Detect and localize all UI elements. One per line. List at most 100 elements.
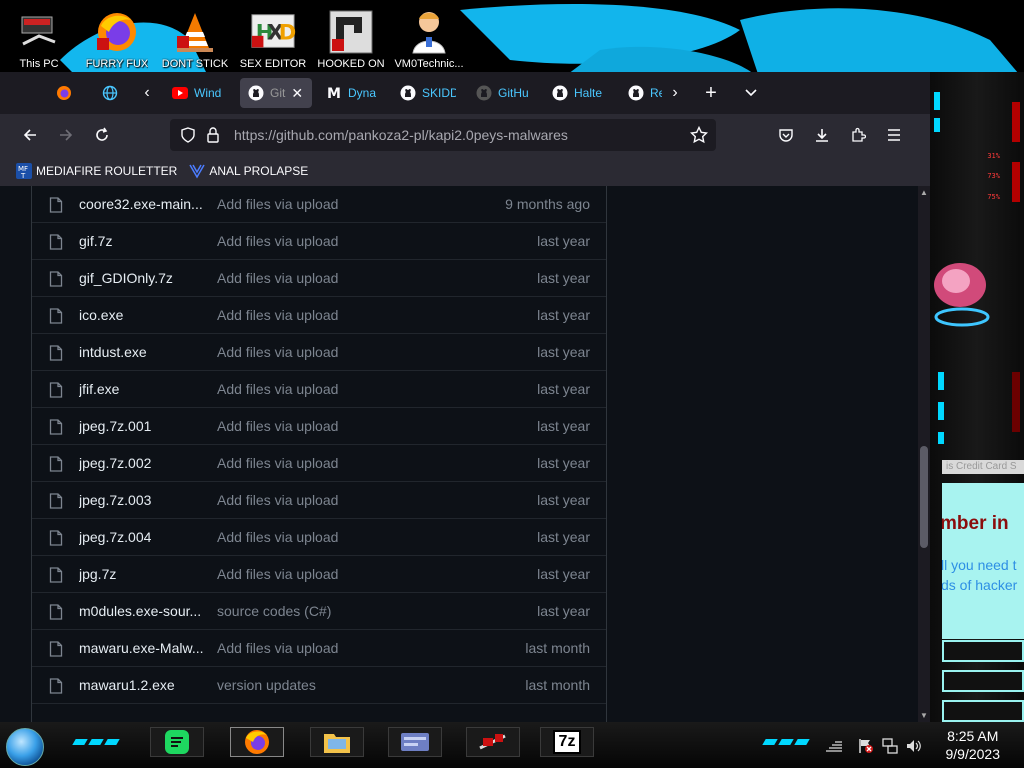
desktop-icon-vm0technic[interactable]: VM0Technic... [390,0,468,72]
file-row[interactable]: jpeg.7z.002 Add files via upload last year [32,445,606,482]
commit-message-link[interactable]: Add files via upload [217,418,338,434]
taskbar-app-firefox[interactable] [230,727,284,757]
scrollbar-thumb[interactable] [920,446,928,548]
commit-message-link[interactable]: source codes (C#) [217,603,331,619]
file-row[interactable]: jpeg.7z.003 Add files via upload last year [32,482,606,519]
file-row[interactable]: jfif.exe Add files via upload last year [32,371,606,408]
show-hidden-icons-button[interactable] [826,738,842,754]
tab-scroll-right-button[interactable]: › [662,80,688,106]
bookmark-mediafire[interactable]: MF T MEDIAFIRE ROULETTER [16,163,177,179]
list-all-tabs-button[interactable] [738,80,764,106]
bookmark-second[interactable]: ANAL PROLAPSE [189,163,308,179]
tray-flag-icon[interactable] [858,738,874,754]
file-name-link[interactable]: mawaru1.2.exe [79,677,205,693]
file-row[interactable]: mawaru1.2.exe version updates last month [32,667,606,704]
back-button[interactable] [16,121,44,149]
file-row[interactable]: gif_GDIOnly.7z Add files via upload last y… [32,260,606,297]
commit-message-link[interactable]: Add files via upload [217,196,338,212]
reload-button[interactable] [88,121,116,149]
lock-icon[interactable] [206,127,220,148]
commit-message-link[interactable]: Add files via upload [217,381,338,397]
commit-message-link[interactable]: Add files via upload [217,455,338,471]
network-icon[interactable] [882,738,898,754]
tab-scroll-left-button[interactable]: ‹ [134,80,160,106]
file-name-link[interactable]: m0dules.exe-sour... [79,603,205,619]
github-icon [476,85,492,101]
tab-github-active[interactable]: Git ✕ [240,78,312,108]
file-name-link[interactable]: mawaru.exe-Malw... [79,640,205,656]
file-icon [49,567,63,583]
file-name-link[interactable]: jpg.7z [79,566,205,582]
commit-message-link[interactable]: Add files via upload [217,529,338,545]
close-tab-icon[interactable]: ✕ [291,85,303,102]
taskbar-app-red[interactable] [466,727,520,757]
taskbar-app-network-card[interactable] [388,727,442,757]
volume-icon[interactable] [906,738,922,754]
file-name-link[interactable]: intdust.exe [79,344,205,360]
commit-message-link[interactable]: version updates [217,677,316,693]
file-row[interactable]: jpg.7z Add files via upload last year [32,556,606,593]
file-row[interactable]: coore32.exe-main... Add files via upload 9… [32,186,606,223]
tab-youtube[interactable]: Wind [172,78,230,108]
downloads-button[interactable] [808,121,836,149]
file-row[interactable]: intdust.exe Add files via upload last year [32,334,606,371]
file-row[interactable]: mawaru.exe-Malw... Add files via upload la… [32,630,606,667]
shield-icon[interactable] [180,127,196,148]
file-name-link[interactable]: coore32.exe-main... [79,196,205,212]
new-tab-button[interactable]: + [698,80,724,106]
commit-message-link[interactable]: Add files via upload [217,640,338,656]
menu-button[interactable] [880,121,908,149]
tab-globe[interactable] [102,78,124,108]
commit-message-link[interactable]: Add files via upload [217,270,338,286]
tab-firefox-view[interactable] [56,78,78,108]
tab-github-re[interactable]: Re [628,78,662,108]
desktop-icon-furry-fux[interactable]: FURRY FUX [78,0,156,72]
commit-message-link[interactable]: Add files via upload [217,566,338,582]
clock[interactable]: 8:25 AM 9/9/2023 [946,727,1001,763]
file-name-link[interactable]: jpeg.7z.001 [79,418,205,434]
taskbar-app-7zip[interactable]: 7z [540,727,594,757]
url-bar[interactable]: https://github.com/pankoza2-pl/kapi2.0pe… [170,119,716,151]
file-row[interactable]: ico.exe Add files via upload last year [32,297,606,334]
file-row[interactable]: jpeg.7z.001 Add files via upload last year [32,408,606,445]
taskbar: 7z 8:25 AM 9/9/2023 [0,722,1024,768]
commit-message-link[interactable]: Add files via upload [217,492,338,508]
doctor-icon [406,9,452,55]
file-row[interactable]: gif.7z Add files via upload last year [32,223,606,260]
firefox-icon [56,85,72,101]
commit-message-link[interactable]: Add files via upload [217,307,338,323]
file-row[interactable]: jpeg.7z.004 Add files via upload last year [32,519,606,556]
file-name-link[interactable]: jpeg.7z.002 [79,455,205,471]
hamburger-icon [888,129,900,141]
extensions-button[interactable] [844,121,872,149]
taskbar-app-explorer[interactable] [310,727,364,757]
desktop-icon-sex-editor[interactable]: HXD SEX EDITOR [234,0,312,72]
taskbar-app-spotify[interactable] [150,727,204,757]
file-name-link[interactable]: jfif.exe [79,381,205,397]
file-name-link[interactable]: jpeg.7z.004 [79,529,205,545]
file-name-link[interactable]: jpeg.7z.003 [79,492,205,508]
tab-github-3[interactable]: GitHu [476,78,534,108]
desktop-icon-this-pc[interactable]: This PC [0,0,78,72]
file-row[interactable]: m0dules.exe-sour... source codes (C#) last… [32,593,606,630]
commit-message-link[interactable]: Add files via upload [217,233,338,249]
forward-button[interactable] [52,121,80,149]
file-name-link[interactable]: gif.7z [79,233,205,249]
bookmarks-toolbar: MF T MEDIAFIRE ROULETTER ANAL PROLAPSE [0,156,930,186]
file-name-link[interactable]: gif_GDIOnly.7z [79,270,205,286]
desktop-icon-dont-stick[interactable]: DONT STICK [156,0,234,72]
page-scrollbar[interactable]: ▲ ▼ [918,186,930,722]
tab-mega[interactable]: M Dyna [326,78,378,108]
start-button[interactable] [6,728,44,766]
scroll-up-icon[interactable]: ▲ [920,188,928,197]
desktop-icon-hooked-on[interactable]: HOOKED ON [312,0,390,72]
file-row-partial[interactable] [32,704,606,722]
url-text[interactable]: https://github.com/pankoza2-pl/kapi2.0pe… [234,127,568,143]
tab-github-skidd[interactable]: SKIDD [400,78,456,108]
tab-github-halte[interactable]: Halte [552,78,608,108]
pocket-button[interactable] [772,121,800,149]
commit-message-link[interactable]: Add files via upload [217,344,338,360]
scroll-down-icon[interactable]: ▼ [920,711,928,720]
bookmark-star-button[interactable] [689,125,709,149]
file-name-link[interactable]: ico.exe [79,307,205,323]
